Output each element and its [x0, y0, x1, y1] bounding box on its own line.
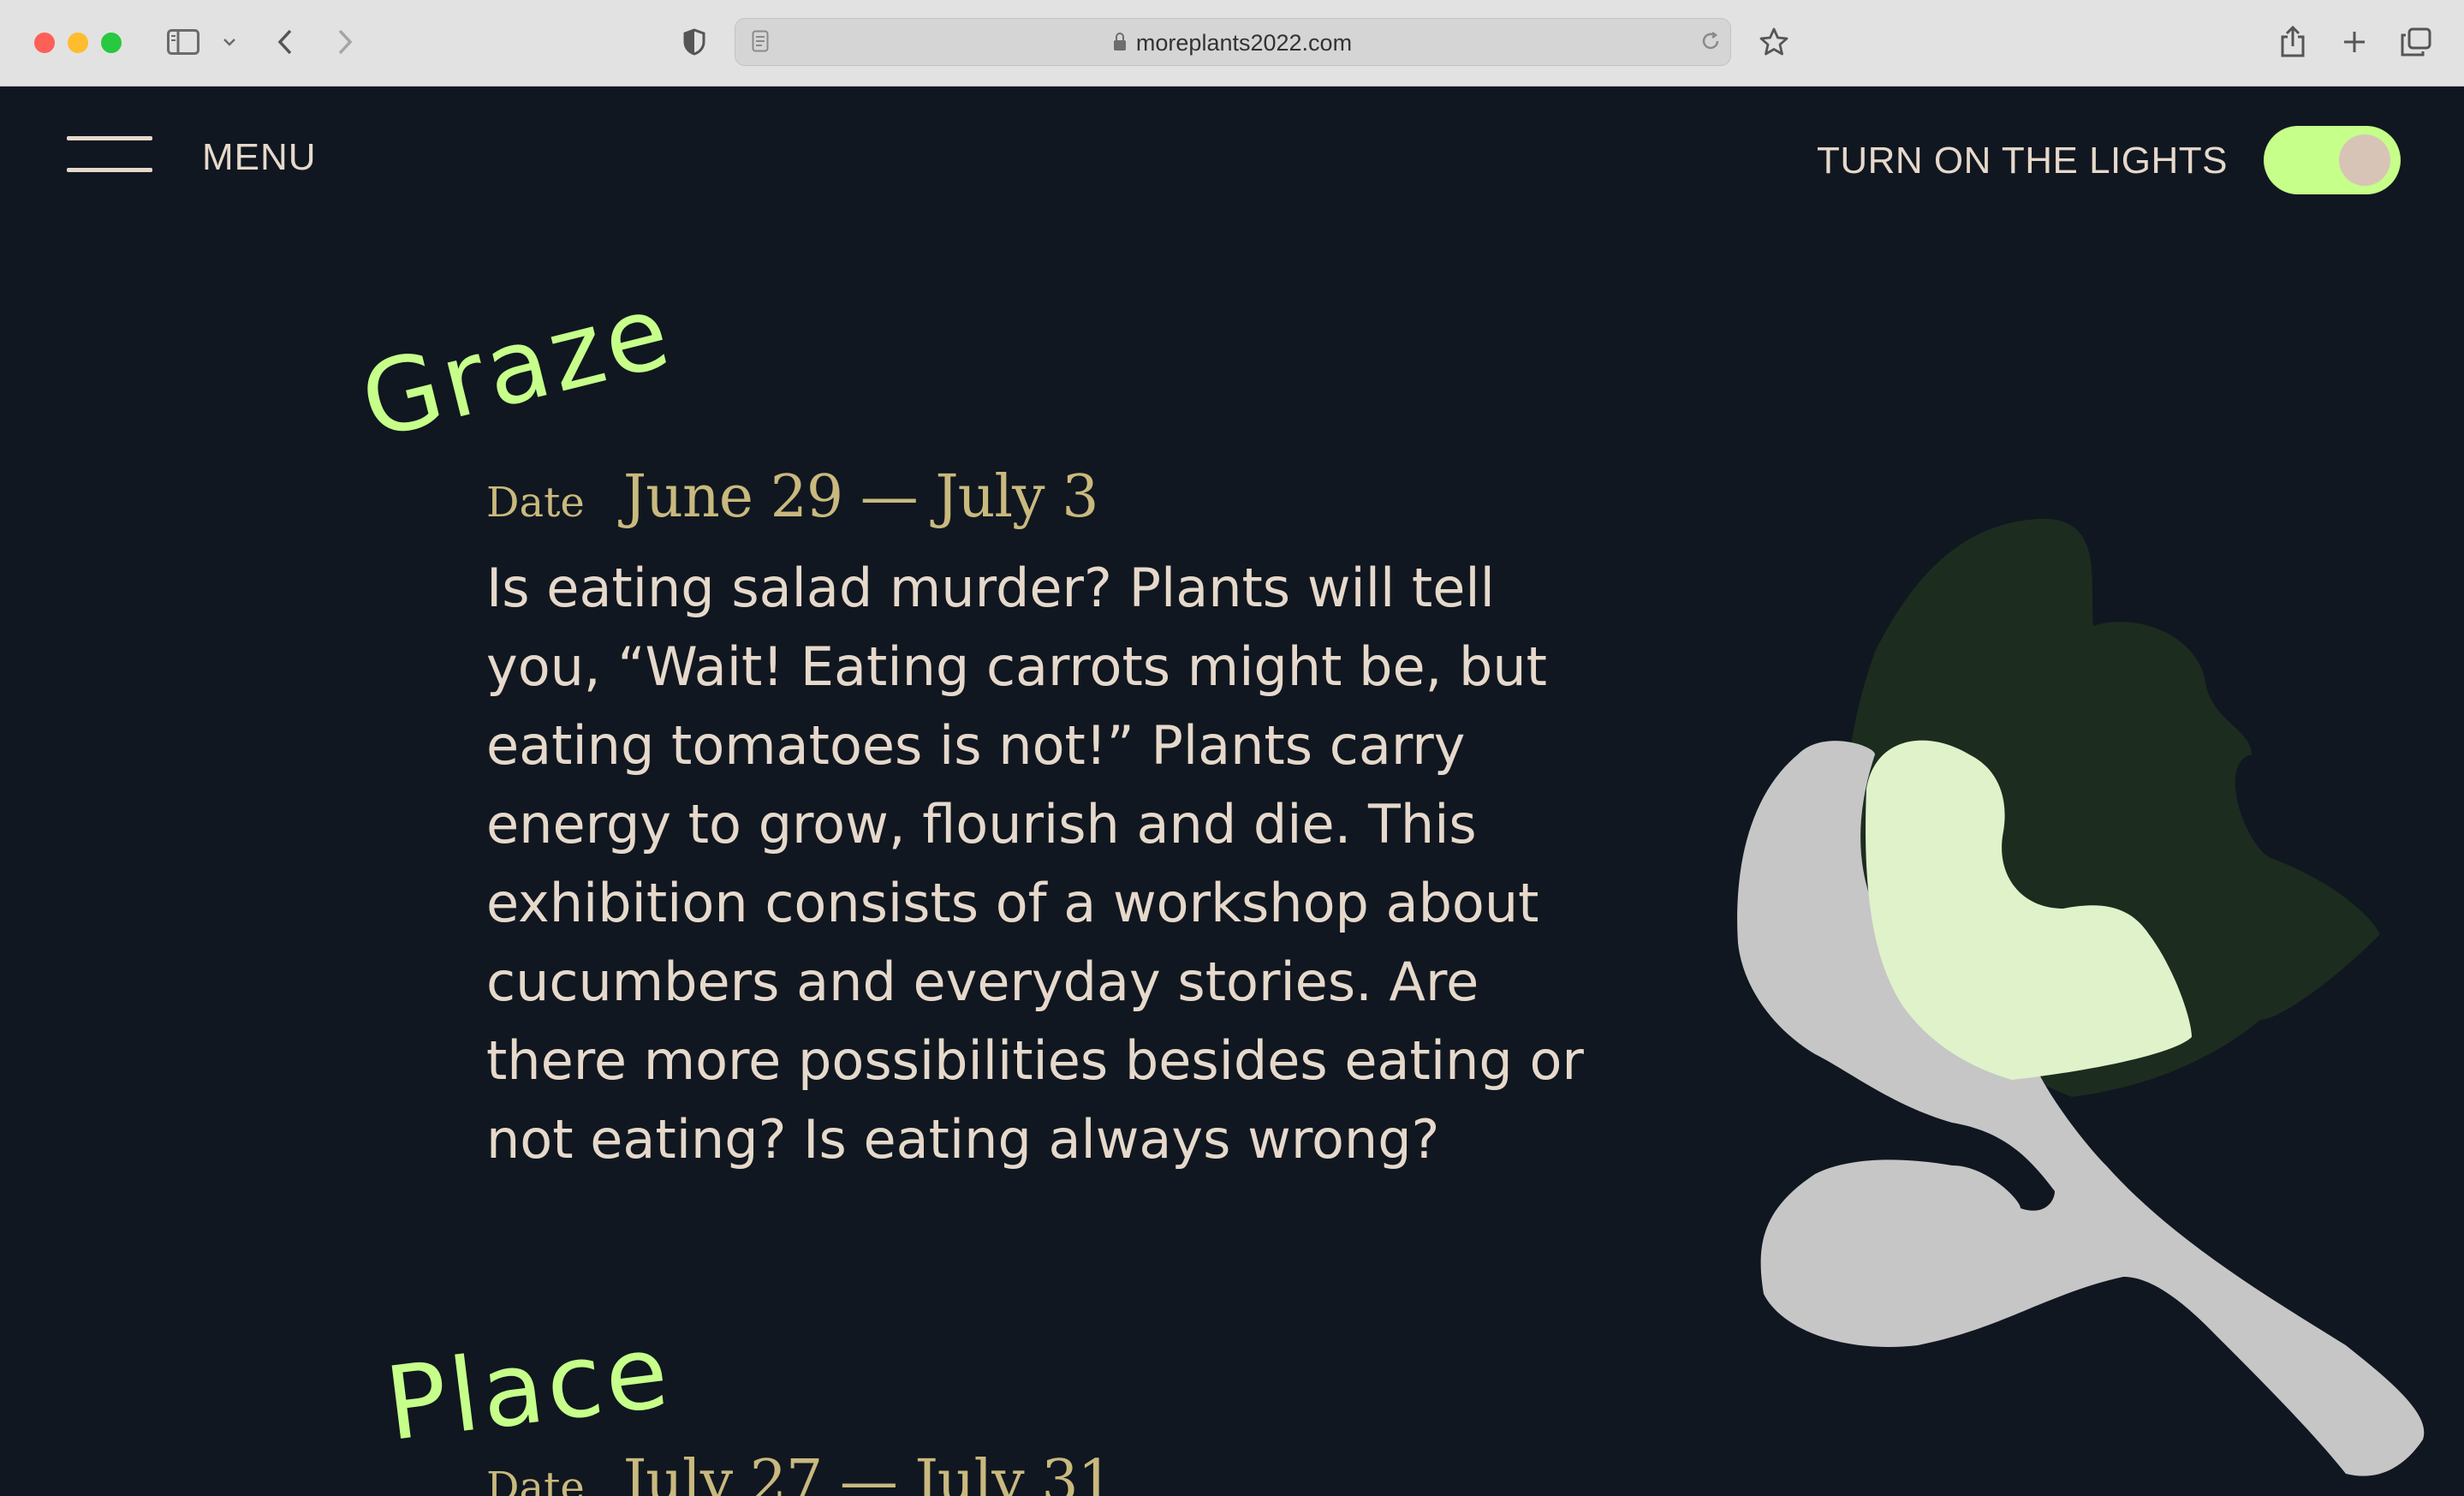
- browser-toolbar: moreplants2022.com: [0, 0, 2464, 86]
- date-label: Date: [486, 479, 585, 527]
- lights-toggle[interactable]: [2264, 126, 2401, 194]
- bookmark-star-icon[interactable]: [1757, 24, 1791, 60]
- event-title: Graze: [349, 271, 683, 462]
- toggle-knob: [2339, 134, 2390, 186]
- event-date-row: Date June 29 — July 3: [486, 463, 1098, 531]
- close-window-button[interactable]: [34, 33, 55, 53]
- tab-overview-icon[interactable]: [2399, 24, 2433, 60]
- plant-illustration: [1737, 518, 2425, 1476]
- date-value: July 27 — July 31: [622, 1448, 1115, 1496]
- back-arrow-icon[interactable]: [272, 24, 298, 60]
- date-label: Date: [486, 1463, 585, 1496]
- share-icon[interactable]: [2277, 24, 2308, 60]
- menu-label[interactable]: MENU: [202, 136, 317, 179]
- sidebar-icon[interactable]: [164, 24, 202, 60]
- privacy-shield-icon[interactable]: [681, 24, 707, 60]
- hamburger-menu-icon[interactable]: [67, 134, 156, 174]
- lock-icon: [1113, 33, 1126, 51]
- reload-icon[interactable]: [1699, 27, 1722, 55]
- address-bar[interactable]: moreplants2022.com: [735, 18, 1731, 66]
- event-title: Place: [379, 1311, 678, 1463]
- forward-arrow-icon[interactable]: [332, 24, 358, 60]
- date-value: June 29 — July 3: [622, 463, 1099, 531]
- zoom-window-button[interactable]: [101, 33, 122, 53]
- event-date-row: Date July 27 — July 31: [486, 1448, 1115, 1496]
- event-description: Is eating salad murder? Plants will tell…: [486, 557, 1584, 1171]
- new-tab-icon[interactable]: [2339, 24, 2370, 60]
- page-content: MENU TURN ON THE LIGHTS Graze Date June …: [0, 86, 2464, 1496]
- chevron-down-icon[interactable]: [219, 24, 240, 60]
- minimize-window-button[interactable]: [68, 33, 88, 53]
- lights-label: TURN ON THE LIGHTS: [1817, 140, 2229, 182]
- url-text: moreplants2022.com: [735, 30, 1730, 57]
